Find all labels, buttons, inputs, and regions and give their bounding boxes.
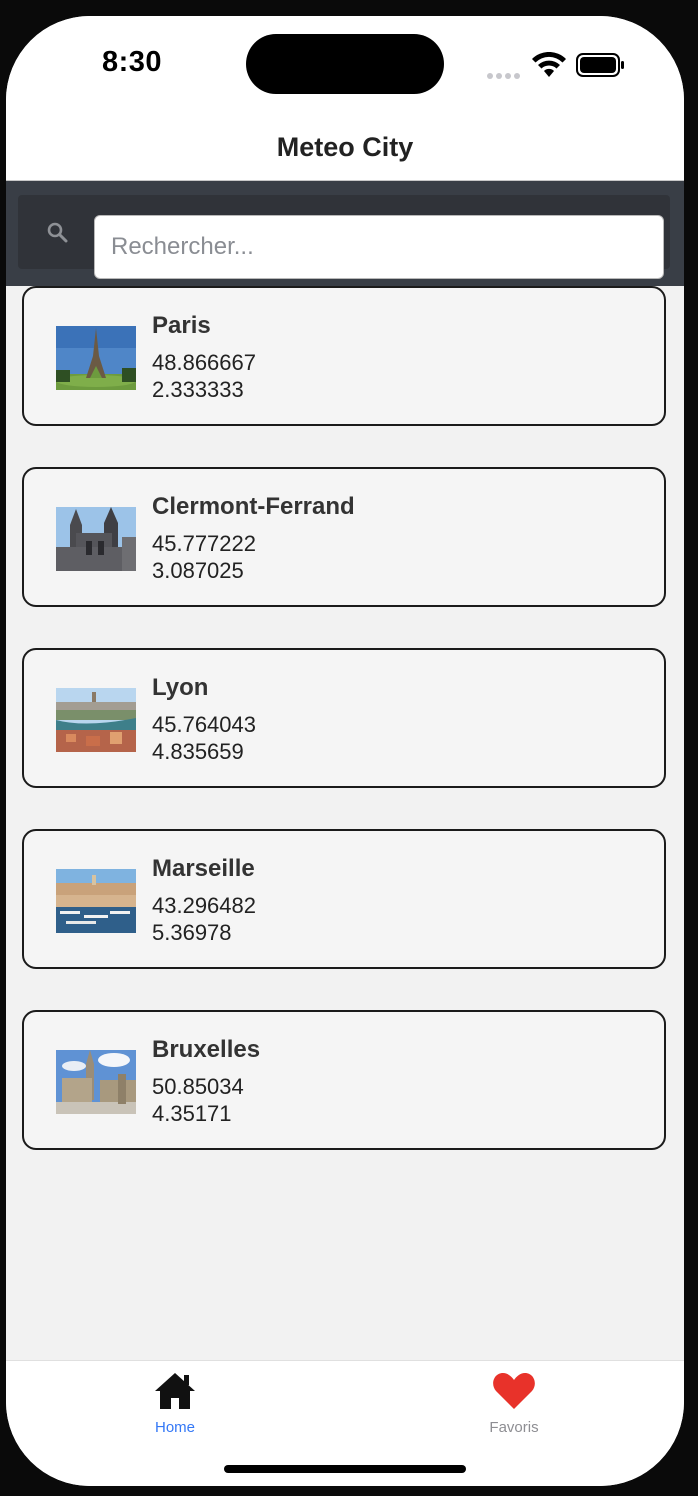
city-latitude: 48.866667 (152, 350, 256, 375)
city-latitude: 45.764043 (152, 712, 256, 737)
status-bar: 8:30 (6, 16, 684, 126)
battery-icon (576, 53, 624, 77)
city-name: Paris (152, 312, 211, 339)
status-time: 8:30 (102, 46, 163, 78)
wifi-icon (532, 52, 566, 77)
city-name: Marseille (152, 855, 255, 882)
city-latitude: 43.296482 (152, 893, 256, 918)
list-item: Bruxelles 50.85034 4.35171 (6, 1010, 684, 1190)
page-title: Meteo City (276, 132, 414, 162)
city-card-clermont-ferrand[interactable]: Clermont-Ferrand 45.777222 3.087025 (22, 467, 666, 607)
city-longitude: 5.36978 (152, 920, 232, 945)
home-icon (155, 1373, 195, 1409)
search-input[interactable] (94, 215, 664, 279)
marseille-port-photo (56, 869, 136, 933)
heart-icon (493, 1373, 535, 1409)
city-longitude: 2.333333 (152, 377, 244, 402)
phone-screen: 8:30 Meteo City Rechercher... Paris 48.8… (6, 16, 684, 1486)
city-name: Bruxelles (152, 1036, 261, 1063)
city-latitude: 50.85034 (152, 1074, 244, 1099)
search-container (18, 195, 670, 279)
list-item: Clermont-Ferrand 45.777222 3.087025 (6, 467, 684, 647)
city-card-bruxelles[interactable]: Bruxelles 50.85034 4.35171 (22, 1010, 666, 1150)
city-card-lyon[interactable]: Lyon 45.764043 4.835659 (22, 648, 666, 788)
search-icon (47, 222, 68, 243)
grand-place-photo (56, 1050, 136, 1114)
eiffel-tower-photo (56, 326, 136, 390)
list-item: Paris 48.866667 2.333333 (6, 286, 684, 466)
cathedral-photo (56, 507, 136, 571)
city-longitude: 4.35171 (152, 1101, 232, 1126)
city-card-marseille[interactable]: Marseille 43.296482 5.36978 (22, 829, 666, 969)
cellular-signal-icon (487, 66, 523, 79)
dynamic-island (246, 34, 444, 94)
city-latitude: 45.777222 (152, 531, 256, 556)
city-name: Lyon (152, 674, 209, 701)
tab-label: Home (154, 1419, 195, 1436)
list-item: Marseille 43.296482 5.36978 (6, 829, 684, 1009)
city-card-paris[interactable]: Paris 48.866667 2.333333 (22, 286, 666, 426)
lyon-riverside-photo (56, 688, 136, 752)
search-bar (6, 181, 684, 286)
tab-label: Favoris (489, 1419, 539, 1436)
city-longitude: 3.087025 (152, 558, 244, 583)
tab-favoris[interactable]: Favoris (414, 1361, 614, 1451)
home-indicator (224, 1465, 466, 1473)
city-longitude: 4.835659 (152, 739, 244, 764)
city-name: Clermont-Ferrand (152, 493, 355, 520)
list-item: Lyon 45.764043 4.835659 (6, 648, 684, 828)
tab-home[interactable]: Home (75, 1361, 275, 1451)
